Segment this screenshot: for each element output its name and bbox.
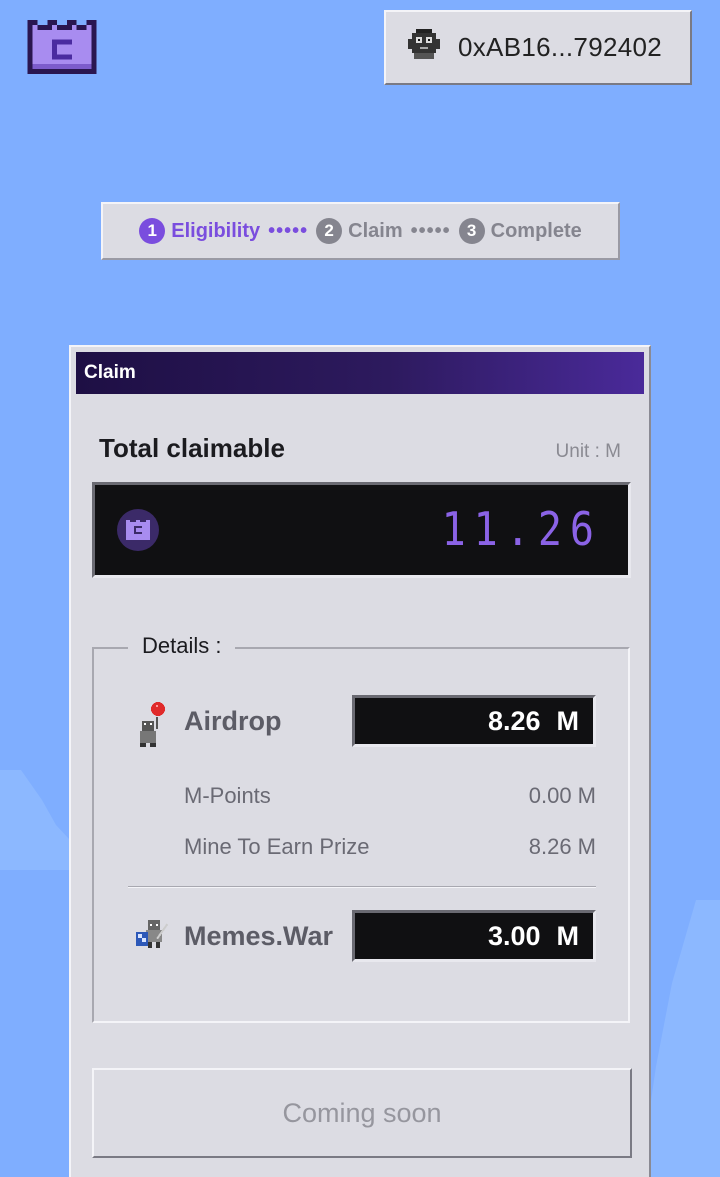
unit-label: Unit : M [555, 441, 621, 462]
mine-to-earn-value: 8.26 M [528, 834, 596, 859]
background-hill-left [0, 770, 70, 870]
token-coin-icon [117, 509, 159, 551]
mine-to-earn-label: Mine To Earn Prize [184, 834, 370, 859]
wallet-button[interactable]: 0xAB16...792402 [384, 10, 692, 85]
claim-window: Claim Total claimable Unit : M 11.26 Det… [69, 345, 651, 1177]
step-label: Complete [490, 219, 582, 242]
airdrop-value: 8.26 [487, 705, 541, 736]
memes-war-value: 3.00 [487, 920, 541, 951]
step-label: Claim [348, 219, 403, 242]
step-connector: ••••• [268, 219, 309, 242]
total-claimable-value: 11.26 [441, 503, 602, 557]
step-number: 2 [316, 218, 343, 244]
total-display: 11.26 [92, 482, 631, 578]
total-header: Total claimable Unit : M [99, 433, 621, 464]
memes-war-label: Memes.War [184, 920, 334, 951]
step-number: 3 [458, 218, 485, 244]
airdrop-label: Airdrop [184, 705, 282, 736]
memes-war-value-box: 3.00 M [352, 910, 596, 962]
step-number: 1 [139, 218, 166, 244]
mine-to-earn-row: Mine To Earn Prize 8.26 M [184, 834, 596, 860]
m-points-value: 0.00 M [528, 783, 596, 808]
progress-stepper: 1 Eligibility ••••• 2 Claim ••••• 3 Comp… [101, 202, 620, 260]
airdrop-unit: M [556, 705, 580, 736]
step-claim: 2 Claim [316, 218, 403, 244]
memes-war-row: Memes.War 3.00 M [134, 910, 596, 962]
coming-soon-button[interactable]: Coming soon [92, 1068, 632, 1158]
total-claimable-label: Total claimable [99, 433, 285, 463]
step-connector: ••••• [410, 219, 451, 242]
details-legend: Details : [128, 633, 236, 659]
m-points-row: M-Points 0.00 M [184, 783, 596, 809]
window-titlebar: Claim [76, 352, 644, 394]
avatar-icon [404, 27, 444, 68]
app-logo-icon[interactable] [27, 20, 97, 74]
background-hill-right [640, 900, 720, 1177]
step-complete: 3 Complete [458, 218, 582, 244]
wallet-address: 0xAB16...792402 [458, 32, 662, 62]
step-eligibility: 1 Eligibility [139, 218, 260, 244]
airdrop-row: Airdrop 8.26 M [134, 695, 596, 747]
m-points-label: M-Points [184, 783, 271, 808]
knight-character-icon [134, 916, 169, 956]
details-group: Details : Airdrop 8.26 M M-Points 0.00 M… [92, 633, 630, 1023]
balloon-character-icon [134, 701, 168, 747]
details-divider [128, 886, 596, 888]
window-title: Claim [84, 362, 136, 383]
airdrop-value-box: 8.26 M [352, 695, 596, 747]
memes-war-unit: M [556, 920, 580, 951]
step-label: Eligibility [171, 219, 261, 242]
